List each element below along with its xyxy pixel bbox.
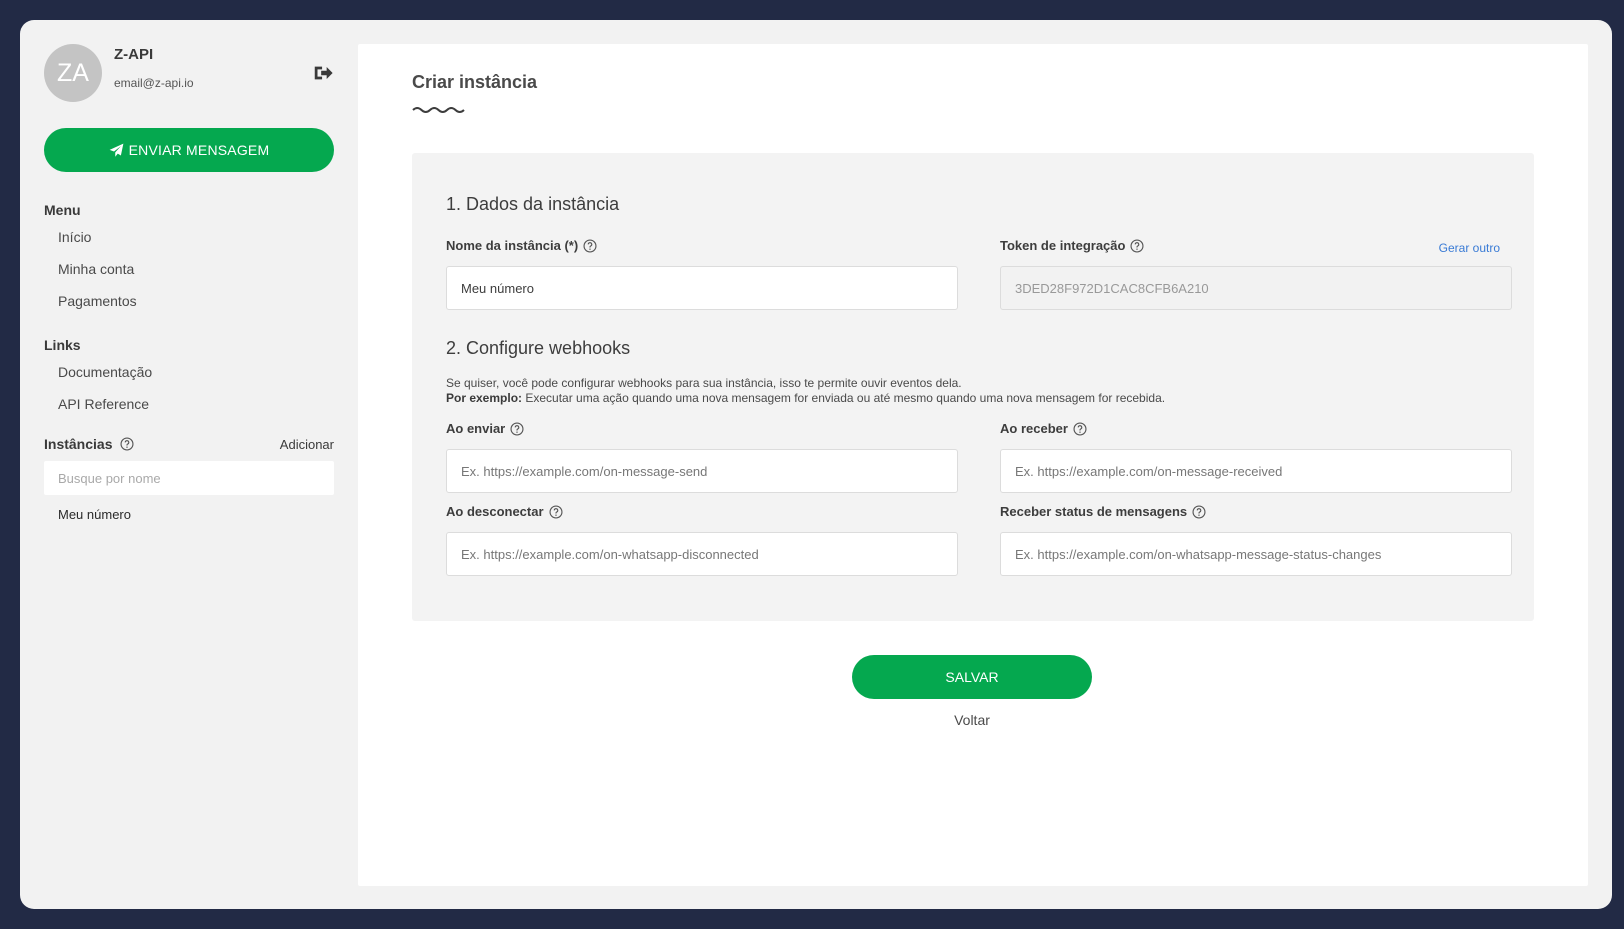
instance-name-label-text: Nome da instância (*) — [446, 238, 579, 253]
wave-decoration-icon — [412, 107, 465, 113]
description-bold: Por exemplo: — [446, 391, 523, 405]
sidebar-item-minha-conta[interactable]: Minha conta — [44, 261, 334, 277]
message-status-input[interactable] — [1000, 532, 1512, 576]
profile-name: Z-API — [114, 46, 154, 63]
form-card: 1. Dados da instância Nome da instância … — [412, 153, 1534, 621]
sidebar: ZA Z-API email@z-api.io ENVIAR MENSAGEM … — [20, 20, 358, 909]
main-panel: Criar instância 1. Dados da instância No… — [358, 44, 1588, 886]
sidebar-item-pagamentos[interactable]: Pagamentos — [44, 293, 334, 309]
token-label-text: Token de integração — [1000, 238, 1126, 253]
profile-email: email@z-api.io — [114, 76, 194, 90]
avatar: ZA — [44, 44, 102, 102]
on-receive-label-text: Ao receber — [1000, 421, 1068, 436]
logout-icon[interactable] — [312, 62, 334, 84]
on-disconnect-input[interactable] — [446, 532, 958, 576]
menu-title: Menu — [44, 202, 81, 218]
sidebar-item-documentacao[interactable]: Documentação — [44, 364, 334, 380]
profile-info: Z-API email@z-api.io — [114, 46, 194, 90]
help-icon[interactable] — [1192, 504, 1206, 519]
instance-name-label: Nome da instância (*) — [446, 238, 597, 253]
help-icon[interactable] — [510, 421, 524, 436]
app-frame: ZA Z-API email@z-api.io ENVIAR MENSAGEM … — [20, 20, 1612, 909]
links-title: Links — [44, 337, 81, 353]
paper-plane-icon — [109, 143, 124, 157]
description-line1: Se quiser, você pode configurar webhooks… — [446, 376, 962, 390]
instance-name-input[interactable] — [446, 266, 958, 310]
section-instance-data-title: 1. Dados da instância — [446, 194, 620, 214]
page-title: Criar instância — [412, 72, 538, 92]
on-send-label: Ao enviar — [446, 421, 524, 436]
message-status-label: Receber status de mensagens — [1000, 504, 1206, 519]
back-link[interactable]: Voltar — [852, 712, 1092, 728]
help-icon[interactable] — [120, 437, 135, 451]
on-disconnect-label: Ao desconectar — [446, 504, 563, 519]
sidebar-item-inicio[interactable]: Início — [44, 229, 334, 245]
help-icon[interactable] — [1073, 421, 1087, 436]
instances-title-label: Instâncias — [44, 436, 113, 452]
instances-title: Instâncias — [44, 436, 135, 452]
sidebar-item-api-reference[interactable]: API Reference — [44, 396, 334, 412]
webhooks-description: Se quiser, você pode configurar webhooks… — [446, 376, 1165, 406]
help-icon[interactable] — [549, 504, 563, 519]
section-webhooks-title: 2. Configure webhooks — [446, 338, 631, 358]
send-message-button[interactable]: ENVIAR MENSAGEM — [44, 128, 334, 172]
on-disconnect-label-text: Ao desconectar — [446, 504, 544, 519]
on-receive-label: Ao receber — [1000, 421, 1087, 436]
on-send-input[interactable] — [446, 449, 958, 493]
generate-token-link[interactable]: Gerar outro — [1439, 241, 1500, 255]
help-icon[interactable] — [1130, 238, 1144, 253]
message-status-label-text: Receber status de mensagens — [1000, 504, 1188, 519]
on-send-label-text: Ao enviar — [446, 421, 506, 436]
add-instance-link[interactable]: Adicionar — [280, 437, 334, 452]
instances-header: Instâncias Adicionar — [44, 436, 334, 452]
token-input[interactable] — [1000, 266, 1512, 310]
send-message-label: ENVIAR MENSAGEM — [128, 142, 270, 158]
token-label: Token de integração — [1000, 238, 1144, 253]
help-icon[interactable] — [583, 238, 597, 253]
profile: ZA Z-API email@z-api.io — [44, 44, 334, 102]
save-button[interactable]: SALVAR — [852, 655, 1092, 699]
instance-search-input[interactable] — [44, 461, 334, 495]
instance-item[interactable]: Meu número — [44, 507, 334, 522]
on-receive-input[interactable] — [1000, 449, 1512, 493]
description-line2: Executar uma ação quando uma nova mensag… — [522, 391, 1166, 405]
